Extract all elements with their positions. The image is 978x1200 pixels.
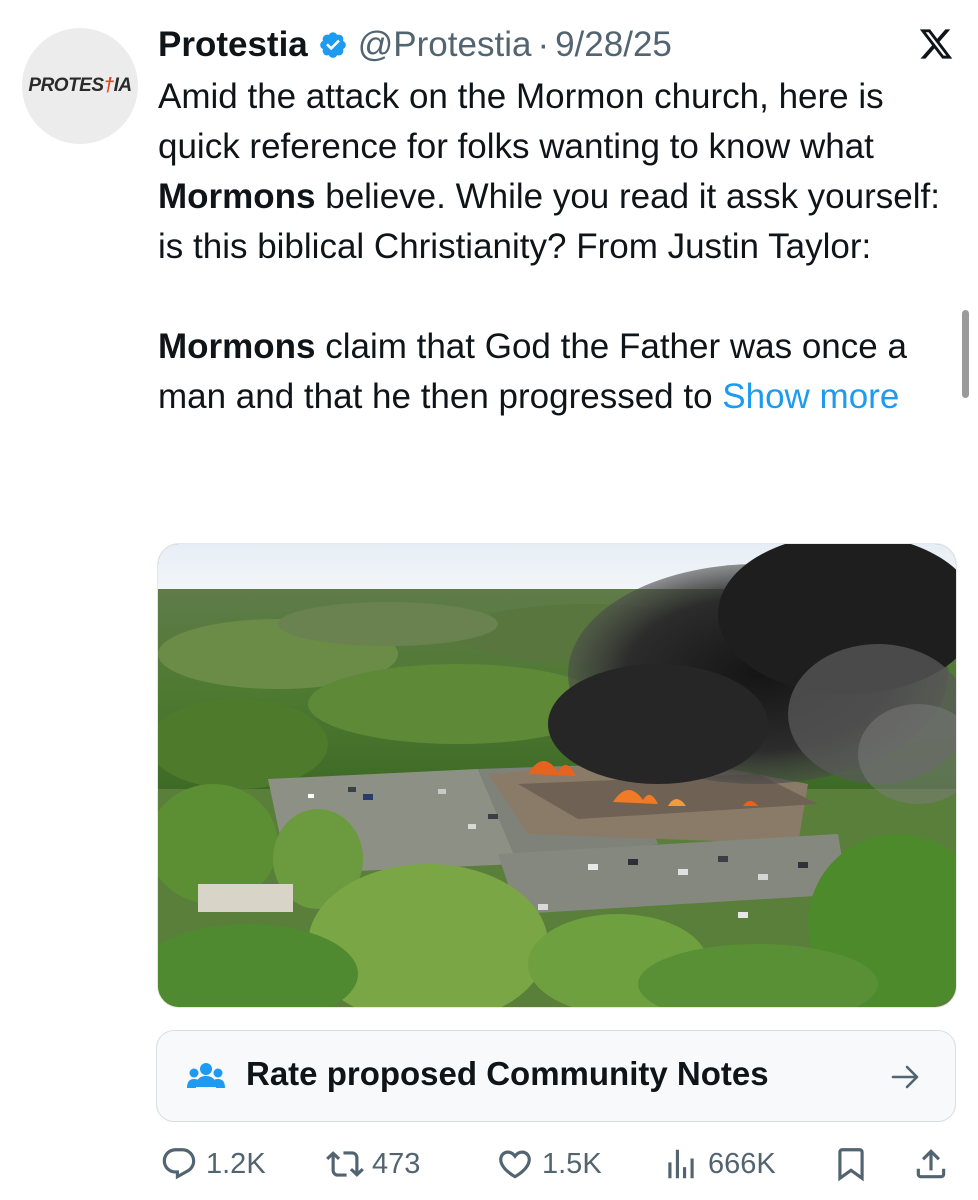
handle[interactable]: @Protestia: [358, 25, 532, 65]
like-button[interactable]: 1.5K: [496, 1140, 602, 1188]
avatar-logo: PROTES†IA: [28, 75, 132, 96]
tweet-header: Protestia @Protestia · 9/28/25: [158, 20, 958, 70]
avatar[interactable]: PROTES†IA: [22, 28, 138, 144]
people-group-icon: [187, 1063, 225, 1088]
tweet-photo[interactable]: [157, 543, 957, 1008]
verified-badge-icon: [319, 32, 346, 58]
views-button[interactable]: 666K: [662, 1140, 776, 1188]
reply-count: 1.2K: [206, 1147, 266, 1180]
repost-icon: [326, 1151, 364, 1177]
repost-button[interactable]: 473: [326, 1140, 420, 1188]
views-count: 666K: [708, 1147, 776, 1180]
community-notes-label: Rate proposed Community Notes: [246, 1055, 769, 1092]
share-icon: [916, 1149, 946, 1179]
views-chart-icon: [668, 1149, 694, 1179]
post-date[interactable]: 9/28/25: [555, 25, 672, 65]
bookmark-button[interactable]: [832, 1140, 878, 1188]
x-logo-icon: [919, 29, 953, 59]
heart-icon: [499, 1150, 531, 1179]
reply-icon: [162, 1148, 196, 1180]
church-fire-photo: [158, 544, 956, 1007]
separator-dot: ·: [537, 25, 550, 64]
like-count: 1.5K: [542, 1147, 602, 1180]
share-button[interactable]: [912, 1140, 958, 1188]
display-name[interactable]: Protestia: [158, 25, 308, 65]
tweet-paragraph-2: Mormons claim that God the Father was on…: [158, 327, 907, 416]
show-more-link[interactable]: Show more: [722, 377, 899, 416]
tweet-text: Amid the attack on the Mormon church, he…: [158, 72, 968, 422]
bookmark-icon: [838, 1148, 864, 1182]
arrow-right-icon: [891, 1065, 919, 1089]
tweet-paragraph-1: Amid the attack on the Mormon church, he…: [158, 77, 940, 266]
community-notes-button[interactable]: Rate proposed Community Notes: [156, 1030, 956, 1122]
reply-button[interactable]: 1.2K: [160, 1140, 266, 1188]
repost-count: 473: [372, 1147, 421, 1180]
